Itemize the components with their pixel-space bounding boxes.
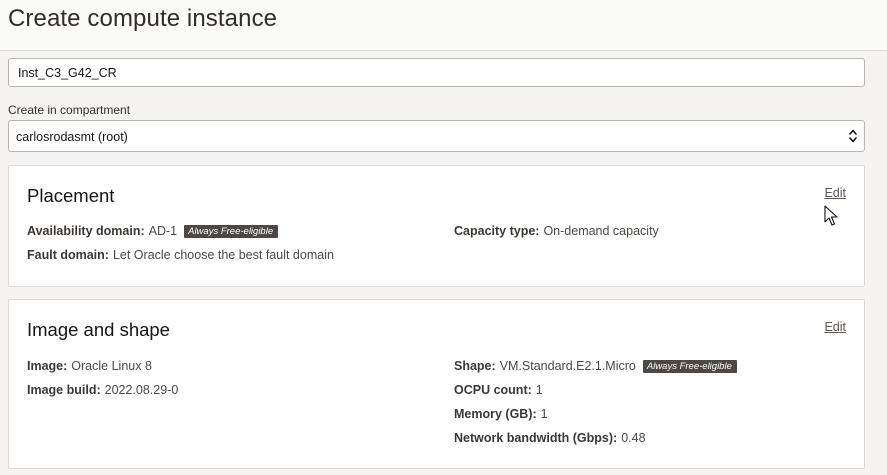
- network-bandwidth-row: Network bandwidth (Gbps): 0.48: [454, 431, 646, 445]
- fault-domain-row: Fault domain: Let Oracle choose the best…: [27, 248, 334, 262]
- shape-value: VM.Standard.E2.1.Micro: [499, 359, 636, 373]
- image-build-row: Image build: 2022.08.29-0: [27, 383, 178, 397]
- fault-domain-key: Fault domain:: [27, 248, 109, 262]
- image-value: Oracle Linux 8: [71, 359, 152, 373]
- page-title: Create compute instance: [8, 5, 278, 32]
- placement-card: Placement Edit Availability domain: AD-1…: [8, 165, 865, 287]
- page-header: Create compute instance: [0, 0, 887, 51]
- image-build-key: Image build:: [27, 383, 101, 397]
- free-eligible-badge: Always Free-eligible: [184, 224, 279, 238]
- memory-value: 1: [540, 407, 548, 421]
- placement-edit-link[interactable]: Edit: [824, 186, 846, 200]
- chevron-up-down-icon: [849, 129, 857, 143]
- placement-title: Placement: [27, 185, 115, 206]
- capacity-type-value: On-demand capacity: [543, 224, 659, 238]
- availability-domain-row: Availability domain: AD-1 Always Free-el…: [27, 224, 279, 238]
- image-row: Image: Oracle Linux 8: [27, 359, 152, 373]
- ocpu-count-key: OCPU count:: [454, 383, 532, 397]
- image-build-value: 2022.08.29-0: [104, 383, 179, 397]
- fault-domain-value: Let Oracle choose the best fault domain: [112, 248, 334, 262]
- ocpu-count-row: OCPU count: 1: [454, 383, 543, 397]
- compartment-select[interactable]: carlosrodasmt (root): [8, 120, 865, 152]
- capacity-type-row: Capacity type: On-demand capacity: [454, 224, 659, 238]
- availability-domain-key: Availability domain:: [27, 224, 145, 238]
- mouse-pointer-icon: [824, 205, 838, 226]
- shape-row: Shape: VM.Standard.E2.1.Micro Always Fre…: [454, 359, 737, 373]
- memory-row: Memory (GB): 1: [454, 407, 548, 421]
- image-shape-title: Image and shape: [27, 319, 170, 340]
- capacity-type-key: Capacity type:: [454, 224, 540, 238]
- compartment-label: Create in compartment: [8, 103, 131, 117]
- image-key: Image:: [27, 359, 68, 373]
- memory-key: Memory (GB):: [454, 407, 537, 421]
- compartment-selected-value: carlosrodasmt (root): [16, 130, 128, 144]
- shape-key: Shape:: [454, 359, 496, 373]
- network-bandwidth-value: 0.48: [621, 431, 646, 445]
- instance-name-input[interactable]: [8, 58, 865, 87]
- availability-domain-value: AD-1: [148, 224, 178, 238]
- image-shape-edit-link[interactable]: Edit: [824, 320, 846, 334]
- image-shape-card: Image and shape Edit Image: Oracle Linux…: [8, 299, 865, 469]
- ocpu-count-value: 1: [535, 383, 543, 397]
- network-bandwidth-key: Network bandwidth (Gbps):: [454, 431, 618, 445]
- free-eligible-badge: Always Free-eligible: [642, 359, 737, 373]
